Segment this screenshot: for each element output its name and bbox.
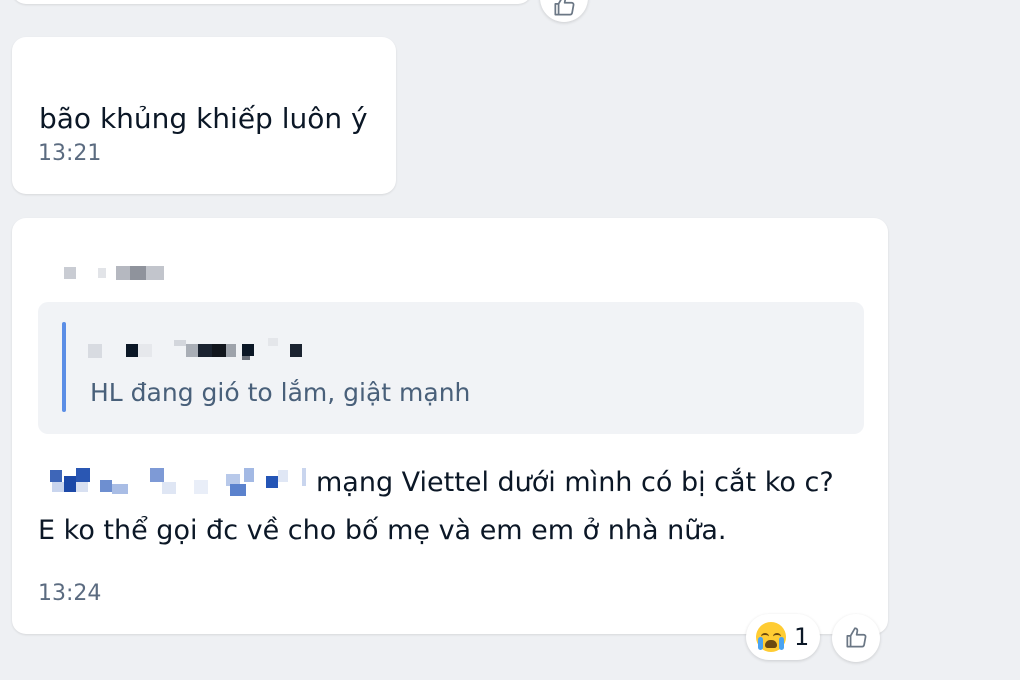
like-reaction-button[interactable] [540, 0, 588, 22]
message-text-line-1: mạng Viettel dưới mình có bị cắt ko c? [316, 467, 834, 498]
quoted-message[interactable]: HL đang gió to lắm, giật mạnh [38, 302, 864, 434]
crying-face-emoji-icon [756, 622, 786, 652]
reaction-summary[interactable]: 1 [746, 614, 820, 660]
message-bubble-with-quote[interactable]: HL đang gió to lắm, giật mạnh mạng Viett… [12, 218, 888, 634]
thumbs-up-icon [551, 0, 577, 23]
message-timestamp: 13:24 [38, 581, 102, 606]
thumbs-up-icon [843, 625, 869, 651]
quoted-message-text: HL đang gió to lắm, giật mạnh [90, 378, 471, 407]
like-reaction-button[interactable] [832, 614, 880, 662]
message-text: bão khủng khiếp luôn ý [39, 102, 368, 135]
reaction-count: 1 [794, 623, 810, 651]
quote-indicator-bar [62, 322, 66, 412]
message-bubble[interactable]: bão khủng khiếp luôn ý 13:21 [12, 37, 396, 194]
message-text-line-2: E ko thể gọi đc về cho bố mẹ và em em ở … [38, 515, 727, 546]
message-timestamp: 13:21 [38, 141, 102, 166]
previous-message-bubble [12, 0, 532, 4]
